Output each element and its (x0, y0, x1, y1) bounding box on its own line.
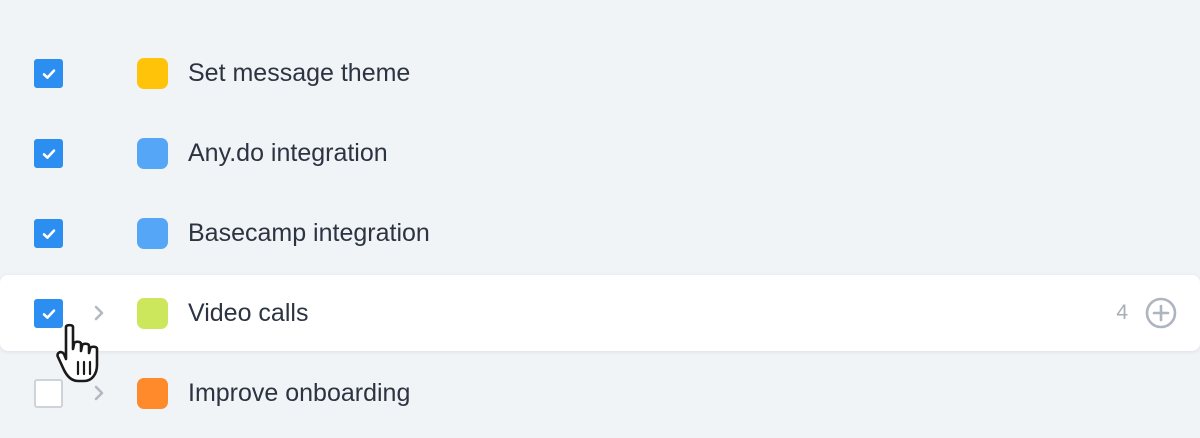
task-checkbox[interactable] (34, 139, 63, 168)
task-label[interactable]: Video calls (188, 297, 308, 329)
color-tag[interactable] (137, 58, 168, 89)
color-tag[interactable] (137, 298, 168, 329)
task-label[interactable]: Any.do integration (188, 137, 388, 169)
task-checkbox[interactable] (34, 299, 63, 328)
subtask-count: 4 (1116, 301, 1128, 324)
task-row-basecamp-integration[interactable]: Basecamp integration (0, 193, 1200, 273)
task-row-set-message-theme[interactable]: Set message theme (0, 33, 1200, 113)
color-tag[interactable] (137, 378, 168, 409)
task-label[interactable]: Set message theme (188, 57, 410, 89)
color-tag[interactable] (137, 218, 168, 249)
task-row-improve-onboarding[interactable]: Improve onboarding (0, 353, 1200, 433)
task-checkbox[interactable] (34, 379, 63, 408)
task-list: Set message theme Any.do integration Bas… (0, 33, 1200, 433)
chevron-right-icon[interactable] (90, 383, 108, 403)
task-label[interactable]: Basecamp integration (188, 217, 430, 249)
task-checkbox[interactable] (34, 219, 63, 248)
task-row-video-calls[interactable]: Video calls 4 (0, 275, 1200, 351)
task-row-anydo-integration[interactable]: Any.do integration (0, 113, 1200, 193)
plus-circle-icon (1145, 297, 1177, 329)
task-label[interactable]: Improve onboarding (188, 377, 410, 409)
check-icon (42, 68, 55, 79)
check-icon (42, 228, 55, 239)
color-tag[interactable] (137, 138, 168, 169)
add-subtask-button[interactable] (1145, 297, 1177, 329)
chevron-right-icon[interactable] (90, 303, 108, 323)
check-icon (42, 308, 55, 319)
check-icon (42, 148, 55, 159)
task-checkbox[interactable] (34, 59, 63, 88)
